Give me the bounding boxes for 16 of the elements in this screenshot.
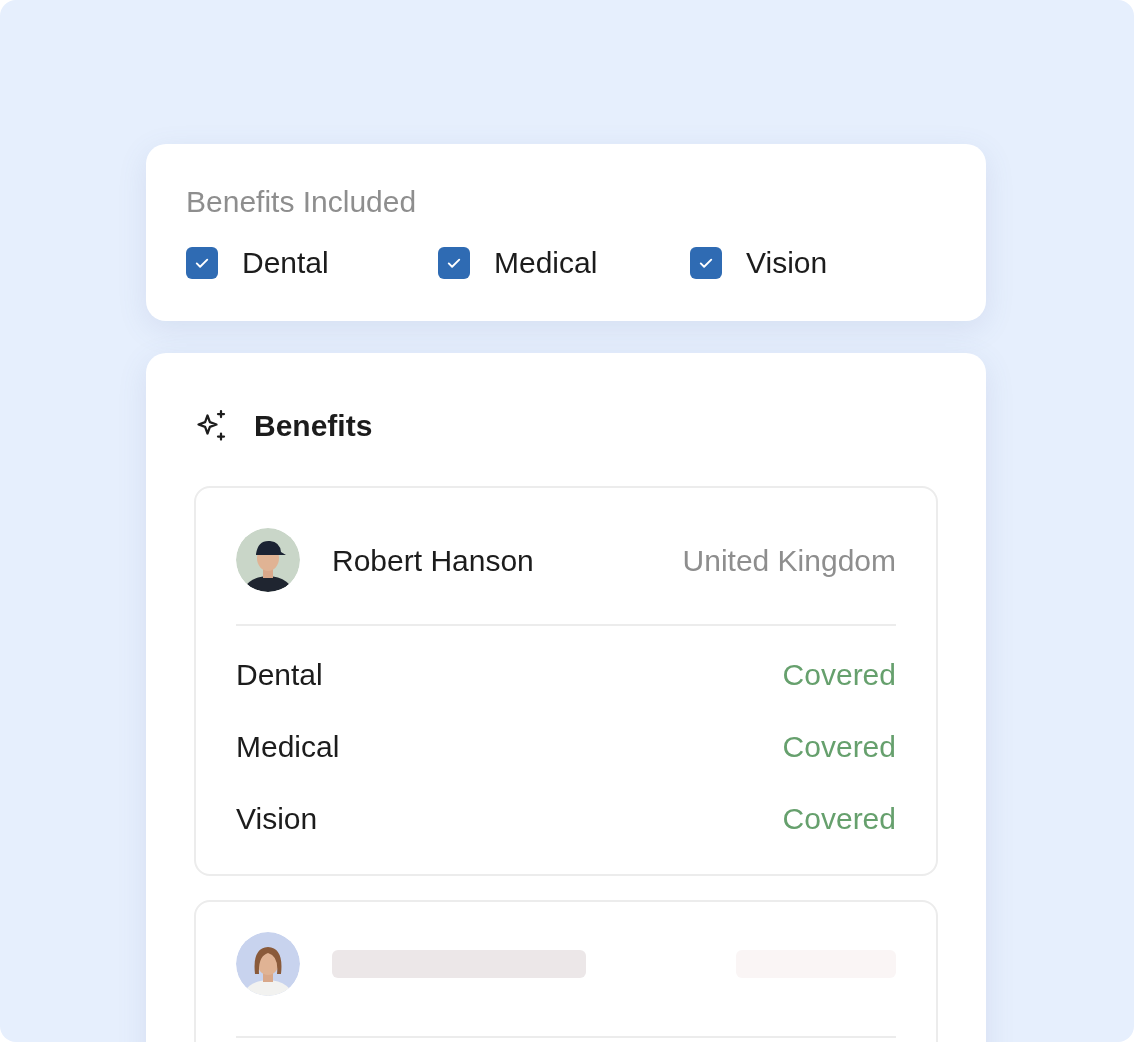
checkbox[interactable] bbox=[438, 246, 470, 279]
checkbox-label: Medical bbox=[494, 245, 598, 281]
coverage-status: Covered bbox=[782, 728, 896, 765]
benefit-name: Dental bbox=[236, 656, 323, 693]
employee-name: Robert Hanson bbox=[332, 542, 534, 579]
checkbox-label: Dental bbox=[242, 245, 329, 281]
checkbox-label: Vision bbox=[746, 245, 828, 281]
benefit-name: Vision bbox=[236, 800, 318, 837]
coverage-status: Covered bbox=[782, 800, 896, 837]
section-title: Benefits bbox=[254, 408, 373, 444]
filter-title: Benefits Included bbox=[186, 184, 418, 220]
checkbox[interactable] bbox=[186, 246, 218, 279]
coverage-status: Covered bbox=[782, 656, 896, 693]
checkbox[interactable] bbox=[690, 246, 722, 279]
benefit-name: Medical bbox=[236, 728, 340, 765]
employee-country: United Kingdom bbox=[682, 542, 896, 579]
